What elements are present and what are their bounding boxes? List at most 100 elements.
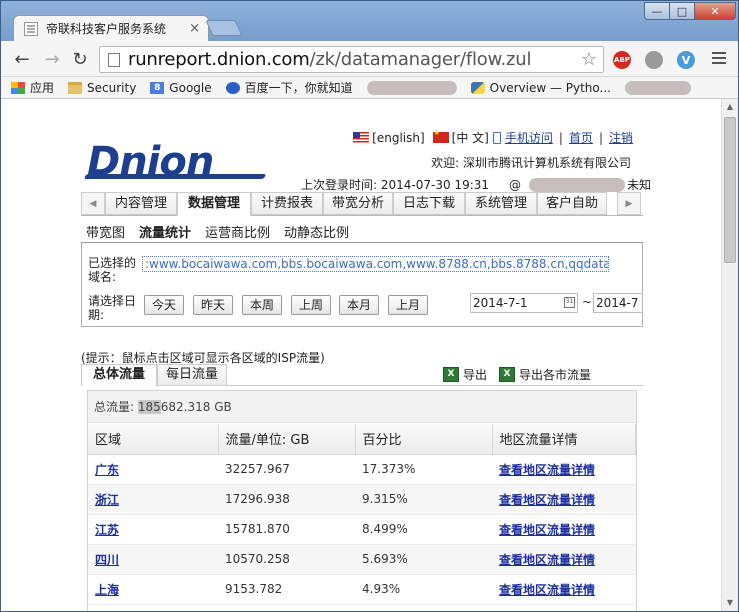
- back-arrow-icon[interactable]: ←: [11, 49, 33, 70]
- tabs-scroll-left-icon[interactable]: ◀: [81, 192, 105, 215]
- url-text[interactable]: runreport.dnion.com/zk/datamanager/flow.…: [128, 49, 531, 70]
- region-link[interactable]: 上海: [95, 583, 119, 597]
- traffic-value: 9153.782: [218, 574, 355, 605]
- logout-link[interactable]: 注销: [609, 129, 633, 146]
- mobile-access-link[interactable]: 手机访问: [505, 129, 553, 146]
- bookmark-security[interactable]: Security: [68, 81, 136, 95]
- tab-log-download[interactable]: 日志下载: [393, 192, 465, 215]
- folder-icon: [68, 81, 83, 94]
- tab-data-management[interactable]: 数据管理: [177, 192, 251, 216]
- new-tab-button[interactable]: [205, 20, 243, 36]
- tab-bandwidth-analysis[interactable]: 带宽分析: [323, 192, 393, 215]
- col-detail: 地区流量详情: [492, 424, 636, 455]
- percent-value: 5.693%: [355, 544, 492, 575]
- traffic-value: 32257.967: [218, 454, 355, 485]
- subtab-carrier-ratio[interactable]: 运营商比例: [205, 222, 270, 241]
- region-detail-link[interactable]: 查看地区流量详情: [499, 553, 595, 567]
- table-header-row: 区域 流量/单位: GB 百分比 地区流量详情: [88, 424, 636, 455]
- table-row: 浙江 17296.938 9.315% 查看地区流量详情: [88, 484, 636, 515]
- vertical-scrollbar[interactable]: ▲ ▼: [721, 99, 738, 611]
- date-label: 请选择日 期:: [88, 294, 137, 322]
- table-row: 上海 9153.782 4.93% 查看地区流量详情: [88, 574, 636, 605]
- baidu-paw-icon: [225, 81, 240, 94]
- traffic-table: 区域 流量/单位: GB 百分比 地区流量详情 广东 32257.967 17.…: [88, 424, 636, 605]
- menu-icon[interactable]: [712, 52, 726, 64]
- close-tab-icon[interactable]: ×: [189, 21, 200, 36]
- tab-content-management[interactable]: 内容管理: [105, 192, 177, 215]
- tab-title: 帝联科技客户服务系统: [46, 22, 167, 36]
- maximize-button[interactable]: □: [669, 2, 695, 20]
- bookmark-apps[interactable]: 应用: [11, 79, 54, 96]
- minimize-button[interactable]: —: [644, 2, 670, 20]
- region-detail-link[interactable]: 查看地区流量详情: [499, 583, 595, 597]
- forward-arrow-icon[interactable]: →: [41, 49, 63, 70]
- table-row: 江苏 15781.870 8.499% 查看地区流量详情: [88, 514, 636, 545]
- subtab-traffic-stats[interactable]: 流量统计: [139, 222, 191, 241]
- tab-system-management[interactable]: 系统管理: [465, 192, 537, 215]
- traffic-value: 15781.870: [218, 514, 355, 545]
- scroll-down-icon[interactable]: ▼: [722, 595, 738, 611]
- percent-value: 8.499%: [355, 514, 492, 545]
- selected-domains-field[interactable]: :www.bocaiwawa.com,bbs.bocaiwawa.com,www…: [142, 256, 609, 272]
- lang-chinese-link[interactable]: [中 文]: [452, 129, 489, 146]
- browser-tab[interactable]: 帝联科技客户服务系统 ×: [13, 15, 209, 41]
- mobile-phone-icon: [492, 131, 501, 144]
- subtab-bandwidth-chart[interactable]: 带宽图: [86, 222, 125, 241]
- close-window-button[interactable]: ✕: [694, 2, 736, 20]
- v-extension-icon[interactable]: V: [677, 51, 695, 69]
- region-link[interactable]: 江苏: [95, 523, 119, 537]
- export-button[interactable]: X 导出: [443, 366, 487, 383]
- traffic-value: 10570.258: [218, 544, 355, 575]
- bookmark-python[interactable]: Overview — Pytho...: [470, 81, 611, 95]
- bookmark-baidu[interactable]: 百度一下，你就知道: [225, 79, 353, 96]
- region-detail-link[interactable]: 查看地区流量详情: [499, 523, 595, 537]
- last-week-button[interactable]: 上周: [291, 295, 331, 315]
- tab-customer-self-service[interactable]: 客户自助: [537, 192, 607, 215]
- bookmark-star-icon[interactable]: ☆: [581, 49, 597, 70]
- tabs-scroll-right-icon[interactable]: ▶: [617, 192, 641, 215]
- home-link[interactable]: 首页: [569, 129, 593, 146]
- china-flag-icon: [432, 129, 449, 143]
- export-cities-button[interactable]: X 导出各市流量: [499, 366, 591, 383]
- calendar-icon[interactable]: 31: [564, 297, 575, 308]
- tab-overall-traffic[interactable]: 总体流量: [81, 364, 157, 387]
- region-link[interactable]: 四川: [95, 553, 119, 567]
- date-to-input[interactable]: 2014-7: [593, 293, 643, 313]
- subtab-dynamic-static-ratio[interactable]: 动静态比例: [284, 222, 349, 241]
- region-link[interactable]: 广东: [95, 463, 119, 477]
- table-row: 四川 10570.258 5.693% 查看地区流量详情: [88, 544, 636, 575]
- this-month-button[interactable]: 本月: [339, 295, 379, 315]
- date-from-input[interactable]: 2014-7-1 31: [470, 293, 578, 313]
- tab-billing-reports[interactable]: 计费报表: [251, 192, 323, 215]
- adblock-plus-icon[interactable]: ABP: [613, 51, 631, 69]
- table-row: 广东 32257.967 17.373% 查看地区流量详情: [88, 454, 636, 485]
- yesterday-button[interactable]: 昨天: [193, 295, 233, 315]
- header-links: [english] [中 文] 手机访问 | 首页 | 注销: [353, 129, 633, 146]
- bookmark-redacted-2[interactable]: [625, 80, 691, 95]
- apps-icon: [11, 81, 25, 94]
- col-region: 区域: [88, 424, 219, 455]
- last-month-button[interactable]: 上月: [388, 295, 428, 315]
- percent-value: 4.93%: [355, 574, 492, 605]
- tab-daily-traffic[interactable]: 每日流量: [157, 364, 227, 386]
- today-button[interactable]: 今天: [144, 295, 184, 315]
- tab-strip: 帝联科技客户服务系统 × — □ ✕: [1, 1, 738, 41]
- domain-label: 已选择的 域名:: [88, 256, 137, 284]
- total-traffic: 总流量: 185682.318 GB: [88, 391, 636, 423]
- traffic-value: 17296.938: [218, 484, 355, 515]
- reload-icon[interactable]: ↻: [69, 49, 91, 70]
- page-viewport: Dnion [english] [中 文] 手机访问 | 首页 | 注销 欢迎:…: [1, 99, 721, 611]
- lang-english-link[interactable]: [english]: [372, 131, 425, 145]
- col-traffic: 流量/单位: GB: [218, 424, 356, 455]
- globe-extension-icon[interactable]: [645, 51, 663, 69]
- scrollbar-thumb[interactable]: [724, 117, 736, 263]
- region-detail-link[interactable]: 查看地区流量详情: [499, 463, 595, 477]
- bookmark-google[interactable]: 8 Google: [150, 81, 212, 95]
- region-link[interactable]: 浙江: [95, 493, 119, 507]
- page-icon: [108, 52, 120, 67]
- scroll-up-icon[interactable]: ▲: [722, 99, 738, 115]
- bookmark-redacted[interactable]: [366, 80, 457, 95]
- this-week-button[interactable]: 本周: [242, 295, 282, 315]
- region-detail-link[interactable]: 查看地区流量详情: [499, 493, 595, 507]
- address-bar[interactable]: runreport.dnion.com/zk/datamanager/flow.…: [99, 46, 604, 73]
